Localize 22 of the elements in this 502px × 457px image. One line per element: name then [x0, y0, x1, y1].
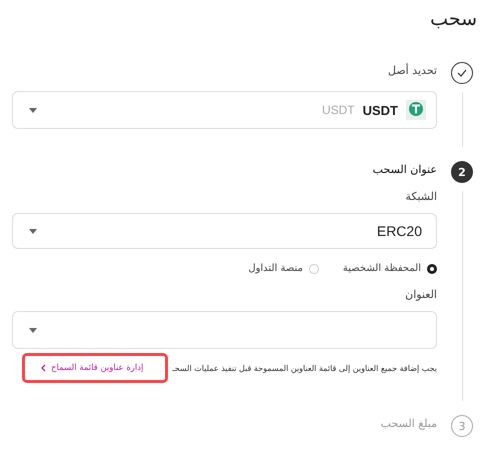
radio-option[interactable]: منصة التداول: [248, 263, 319, 274]
asset-select[interactable]: USDT USDT: [12, 91, 437, 129]
page-title: سحب: [429, 8, 477, 32]
network-select[interactable]: ERC20: [12, 213, 437, 249]
notice-text: يجب إضافة جميع العناوين إلى قائمة العناوين المسموحة قبل تنفيذ عمليات السحـ: [172, 364, 437, 372]
caret-icon: [29, 328, 37, 332]
coin-name: USDT: [322, 103, 355, 117]
step-number: 2: [451, 161, 473, 183]
caret-icon: [29, 228, 37, 234]
coin-icon: [406, 100, 426, 120]
step-label: تحديد أصل: [387, 64, 437, 77]
coin-symbol: USDT: [362, 102, 398, 118]
caret-icon: [29, 108, 37, 112]
chevron-icon: [41, 364, 46, 372]
allowlist-link[interactable]: إدارة عناوين قائمة السماح: [22, 353, 168, 383]
address-select[interactable]: [12, 311, 437, 349]
step-label: عنوان السحب: [372, 163, 437, 176]
step-number: 3: [451, 415, 473, 437]
step-label: مبلغ السحب: [380, 417, 437, 430]
radio-option[interactable]: المحفظة الشخصية: [342, 263, 437, 274]
field-label: الشبكة: [404, 190, 437, 203]
field-label: العنوان: [404, 288, 437, 301]
